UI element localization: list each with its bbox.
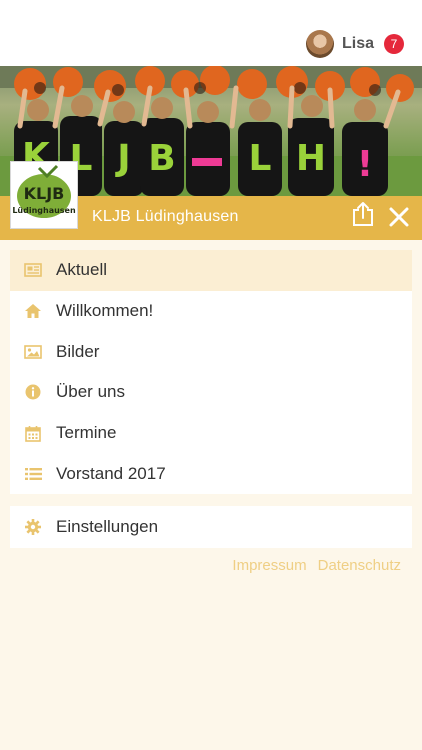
shirt-letter: L [249,138,272,179]
menu-item-vorstand[interactable]: Vorstand 2017 [10,453,412,494]
username[interactable]: Lisa [342,35,374,53]
kljb-logo: KLJB Lüdinghausen [10,161,78,229]
menu-label: Aktuell [56,260,108,280]
user-profile[interactable]: Lisa 7 [305,28,404,60]
newspaper-icon [24,261,42,279]
share-button[interactable] [352,201,374,227]
image-icon [24,343,42,361]
menu-label: Einstellungen [56,517,159,536]
nav-menu: Aktuell Willkommen! Bilder Über uns Term… [10,250,412,495]
list-icon [24,465,42,483]
menu-item-aktuell[interactable]: Aktuell [10,250,412,291]
info-icon [24,383,42,401]
calendar-icon [24,424,42,442]
share-icon [353,202,373,226]
menu-item-bilder[interactable]: Bilder [10,331,412,372]
impressum-link[interactable]: Impressum [232,557,306,574]
menu-item-einstellungen[interactable]: Einstellungen [10,506,412,548]
logo-main-text: KLJB [24,184,65,203]
gear-icon [24,518,42,536]
close-icon [389,207,409,227]
menu-label: Bilder [56,341,100,361]
menu-label: Über uns [56,382,125,402]
shirt-letter: ! [357,144,373,185]
close-button[interactable] [388,206,410,228]
menu-item-termine[interactable]: Termine [10,413,412,454]
shirt-letter: H [296,138,326,179]
menu-label: Vorstand 2017 [56,463,166,483]
datenschutz-link[interactable]: Datenschutz [318,557,401,574]
menu-item-willkommen[interactable]: Willkommen! [10,291,412,332]
menu-label: Willkommen! [56,301,154,321]
home-icon [24,302,42,320]
avatar[interactable] [305,30,334,58]
shirt-letter: J [114,138,130,179]
notification-badge[interactable]: 7 [384,34,404,54]
menu-label: Termine [56,423,117,443]
menu-item-ueber-uns[interactable]: Über uns [10,372,412,413]
footer-links: Impressum Datenschutz [221,557,401,574]
shirt-letter: B [148,138,175,179]
page-title: KLJB Lüdinghausen [92,208,239,225]
logo-sub-text: Lüdinghausen [12,206,76,215]
top-bar: Lisa 7 [0,0,422,66]
